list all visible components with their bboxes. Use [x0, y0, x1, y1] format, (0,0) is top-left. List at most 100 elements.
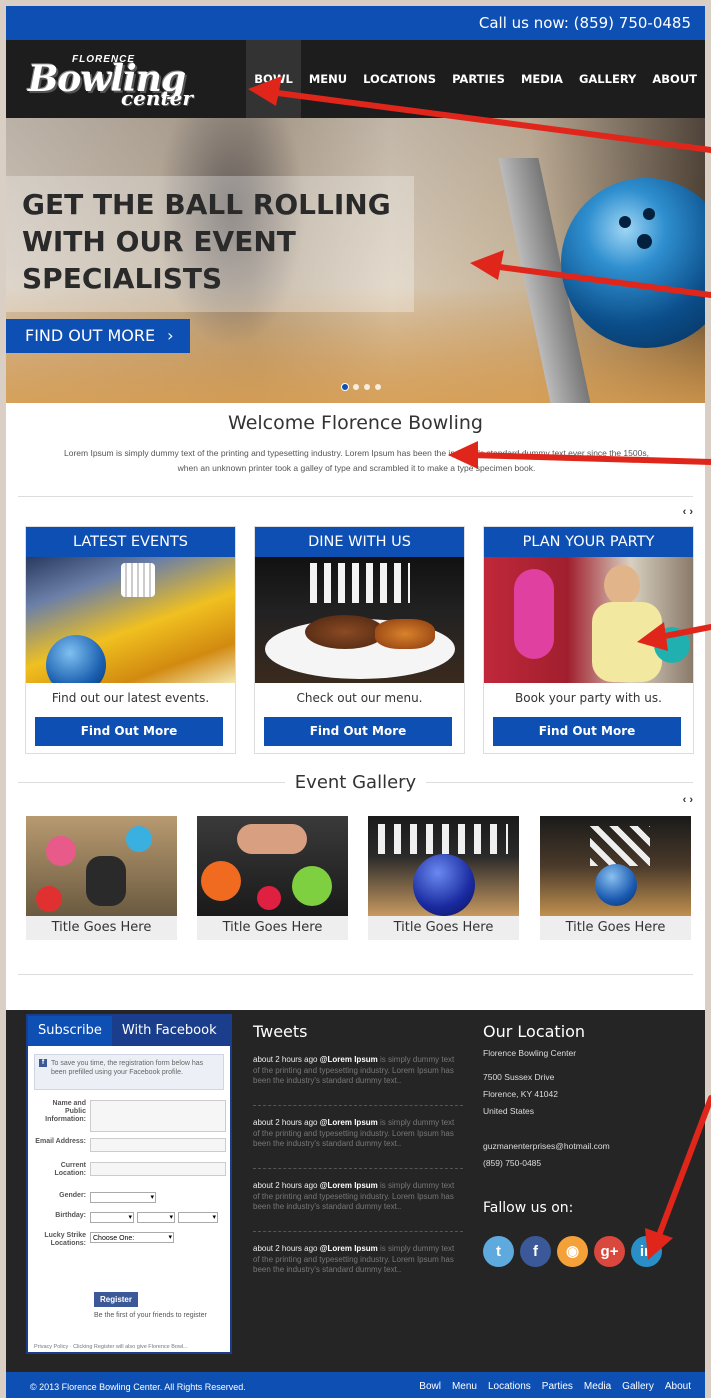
hero-slider: GET THE BALL ROLLING WITH OUR EVENT SPEC…: [6, 118, 705, 403]
slider-dots: [342, 384, 381, 390]
lucky-strike-row: Lucky Strike Locations: Choose One:: [32, 1232, 174, 1248]
gender-row: Gender:: [32, 1192, 156, 1203]
find-out-more-events-button[interactable]: Find Out More: [35, 717, 223, 746]
nav-item-about[interactable]: ABOUT: [644, 40, 705, 118]
find-out-more-button[interactable]: FIND OUT MORE ›: [6, 319, 190, 353]
footer-link-locations[interactable]: Locations: [488, 1381, 531, 1392]
cta-label: FIND OUT MORE: [25, 326, 156, 345]
bowling-lane-image: [26, 557, 235, 683]
location-name: Florence Bowling Center: [483, 1048, 577, 1058]
nav-item-gallery[interactable]: GALLERY: [571, 40, 644, 118]
gallery-caption: Title Goes Here: [393, 920, 494, 935]
card-text: Book your party with us.: [515, 691, 662, 705]
name-field[interactable]: [90, 1100, 226, 1132]
birthday-month-select[interactable]: [90, 1212, 134, 1223]
gallery-caption: Title Goes Here: [565, 920, 666, 935]
location-title: Our Location: [483, 1022, 586, 1041]
google-plus-icon[interactable]: g+: [594, 1236, 625, 1267]
lucky-strike-select[interactable]: Choose One:: [90, 1232, 174, 1243]
footer-link-media[interactable]: Media: [584, 1381, 611, 1392]
welcome-text: Lorem Ipsum is simply dummy text of the …: [64, 448, 649, 473]
card-plan-your-party: PLAN YOUR PARTY Book your party with us.…: [483, 526, 694, 754]
location-city: Florence, KY 41042: [483, 1089, 558, 1099]
gallery-prev-next-arrows[interactable]: ‹ ›: [683, 794, 693, 806]
facebook-icon[interactable]: f: [520, 1236, 551, 1267]
follow-us-title: Fallow us on:: [483, 1200, 574, 1216]
nav-item-media[interactable]: MEDIA: [513, 40, 571, 118]
gallery-item[interactable]: Title Goes Here: [368, 816, 519, 940]
tweet: about 2 hours ago @Lorem Ipsum is simply…: [253, 1173, 463, 1232]
social-icons: t f ◉ g+ in: [483, 1236, 683, 1267]
nav-item-bowl[interactable]: BOWL: [246, 40, 301, 118]
card-text: Check out our menu.: [296, 691, 423, 705]
tweet: about 2 hours ago @Lorem Ipsum is simply…: [253, 1047, 463, 1106]
welcome-title: Welcome Florence Bowling: [228, 412, 483, 434]
gallery-image: [540, 816, 691, 916]
gender-select[interactable]: [90, 1192, 156, 1203]
slider-dot[interactable]: [375, 384, 381, 390]
nav-item-locations[interactable]: LOCATIONS: [355, 40, 444, 118]
footer-link-parties[interactable]: Parties: [542, 1381, 573, 1392]
event-gallery-title: Event Gallery: [6, 772, 705, 793]
tweet-user-link[interactable]: @Lorem Ipsum: [320, 1118, 378, 1127]
tweets-title: Tweets: [253, 1022, 308, 1041]
gallery-image: [197, 816, 348, 916]
subscribe-tab[interactable]: Subscribe: [28, 1016, 112, 1046]
find-out-more-party-button[interactable]: Find Out More: [493, 717, 681, 746]
slider-dot[interactable]: [353, 384, 359, 390]
card-title: LATEST EVENTS: [26, 527, 235, 557]
call-us-text[interactable]: Call us now: (859) 750-0485: [479, 14, 691, 32]
chevron-right-icon: ›: [167, 326, 174, 345]
tweet: about 2 hours ago @Lorem Ipsum is simply…: [253, 1110, 463, 1169]
location-country: United States: [483, 1106, 535, 1116]
main-nav: BOWL MENU LOCATIONS PARTIES MEDIA GALLER…: [246, 40, 705, 118]
nav-item-parties[interactable]: PARTIES: [444, 40, 513, 118]
gallery-item[interactable]: Title Goes Here: [197, 816, 348, 940]
tweet-user-link[interactable]: @Lorem Ipsum: [320, 1055, 378, 1064]
footer-nav: Bowl Menu Locations Parties Media Galler…: [419, 1381, 691, 1392]
tweet-user-link[interactable]: @Lorem Ipsum: [320, 1244, 378, 1253]
nav-item-menu[interactable]: MENU: [301, 40, 355, 118]
facebook-registration-widget: Subscribe With Facebook › f To save you …: [26, 1014, 232, 1354]
name-row: Name and Public Information:: [32, 1100, 226, 1132]
footer-link-bowl[interactable]: Bowl: [419, 1381, 441, 1392]
linkedin-icon[interactable]: in: [631, 1236, 662, 1267]
logo[interactable]: Bowling FLORENCE center: [26, 48, 246, 110]
card-title: PLAN YOUR PARTY: [484, 527, 693, 557]
party-people-image: [484, 557, 693, 683]
tweet: about 2 hours ago @Lorem Ipsum is simply…: [253, 1244, 455, 1274]
email-field[interactable]: [90, 1138, 226, 1152]
location-row: Current Location:: [32, 1162, 226, 1178]
facebook-icon: f: [39, 1059, 47, 1067]
location-street: 7500 Sussex Drive: [483, 1072, 555, 1082]
gallery-image: [26, 816, 177, 916]
gallery-item[interactable]: Title Goes Here: [540, 816, 691, 940]
birthday-day-select[interactable]: [137, 1212, 175, 1223]
location-field[interactable]: [90, 1162, 226, 1176]
gallery-item[interactable]: Title Goes Here: [26, 816, 177, 940]
register-button[interactable]: Register: [94, 1292, 138, 1307]
card-title: DINE WITH US: [255, 527, 464, 557]
footer: Subscribe With Facebook › f To save you …: [6, 1010, 705, 1372]
footer-link-menu[interactable]: Menu: [452, 1381, 477, 1392]
slider-dot[interactable]: [342, 384, 348, 390]
first-friends-text: Be the first of your friends to register: [94, 1312, 207, 1319]
privacy-policy-text[interactable]: Privacy Policy · Clicking Register will …: [34, 1344, 188, 1350]
copyright-text: © 2013 Florence Bowling Center. All Righ…: [30, 1382, 246, 1392]
tweet-user-link[interactable]: @Lorem Ipsum: [320, 1181, 378, 1190]
twitter-icon[interactable]: t: [483, 1236, 514, 1267]
location-email[interactable]: guzmanenterprises@hotmail.com: [483, 1138, 683, 1155]
rss-icon[interactable]: ◉: [557, 1236, 588, 1267]
logo-word-center: center: [121, 86, 193, 110]
footer-link-gallery[interactable]: Gallery: [622, 1381, 654, 1392]
cards-prev-next-arrows[interactable]: ‹ ›: [683, 506, 693, 518]
birthday-year-select[interactable]: [178, 1212, 218, 1223]
website-mockup: Call us now: (859) 750-0485 Bowling FLOR…: [6, 6, 705, 1398]
slider-dot[interactable]: [364, 384, 370, 390]
steak-dinner-image: [255, 557, 464, 683]
footer-link-about[interactable]: About: [665, 1381, 691, 1392]
find-out-more-menu-button[interactable]: Find Out More: [264, 717, 452, 746]
with-facebook-tab[interactable]: With Facebook ›: [111, 1016, 230, 1068]
prefill-note: f To save you time, the registration for…: [34, 1054, 224, 1090]
card-text: Find out our latest events.: [51, 691, 210, 705]
